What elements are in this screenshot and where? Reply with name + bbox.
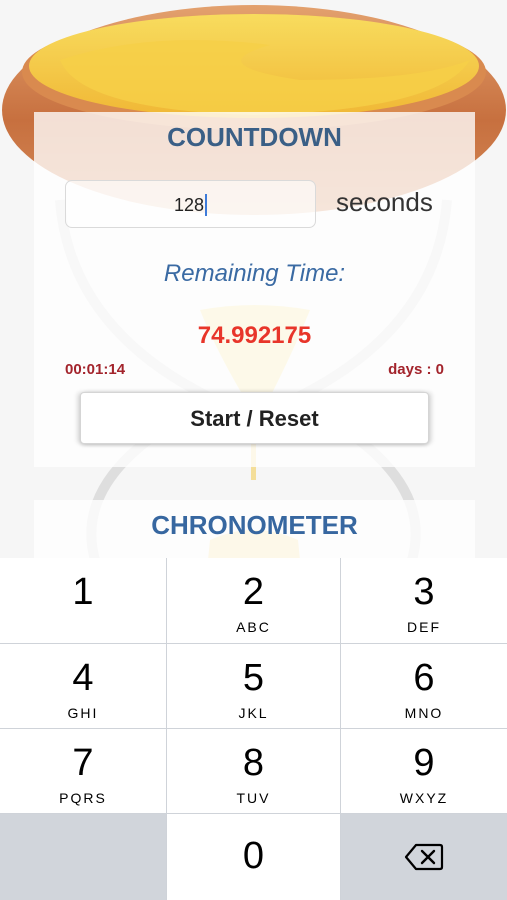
remaining-time-label: Remaining Time:: [163, 260, 346, 287]
countdown-panel: COUNTDOWN 128 seconds Remaining Time: 74…: [34, 112, 475, 467]
key-4[interactable]: 4 GHI: [0, 644, 166, 728]
start-reset-button[interactable]: Start / Reset: [80, 392, 429, 444]
key-letters: MNO: [404, 705, 444, 721]
key-digit: 0: [242, 835, 265, 877]
key-letters: WXYZ: [399, 790, 449, 806]
delete-key[interactable]: [341, 814, 507, 900]
text-caret: [205, 194, 208, 217]
key-letters: GHI: [67, 705, 99, 721]
key-1[interactable]: 1: [0, 558, 166, 643]
elapsed-hms: 00:01:14: [65, 361, 126, 378]
chronometer-title: CHRONOMETER: [151, 510, 358, 540]
key-letters: PQRS: [59, 790, 107, 806]
backspace-icon: [404, 843, 444, 871]
key-digit: 6: [413, 657, 435, 699]
key-5[interactable]: 5 JKL: [167, 644, 340, 728]
key-letters: ABC: [236, 619, 271, 635]
countdown-title: COUNTDOWN: [167, 122, 342, 152]
days-counter: days : 0: [388, 361, 444, 378]
chronometer-panel: CHRONOMETER: [34, 500, 475, 560]
key-8[interactable]: 8 TUV: [167, 729, 340, 813]
key-digit: 1: [72, 571, 94, 613]
key-digit: 7: [72, 742, 94, 784]
key-letters: JKL: [238, 705, 269, 721]
key-digit: 3: [413, 571, 435, 613]
key-3[interactable]: 3 DEF: [341, 558, 507, 643]
remaining-time-value: 74.992175: [197, 322, 312, 349]
key-6[interactable]: 6 MNO: [341, 644, 507, 728]
key-letters: DEF: [407, 619, 441, 635]
numeric-keypad: 1 2 ABC 3 DEF 4 GHI 5 JKL 6 MNO 7 PQRS 8…: [0, 558, 507, 900]
seconds-unit-label: seconds: [336, 187, 433, 217]
key-2[interactable]: 2 ABC: [167, 558, 340, 643]
seconds-input[interactable]: 128: [65, 180, 316, 228]
key-letters: TUV: [236, 790, 271, 806]
key-blank: [0, 814, 166, 900]
key-7[interactable]: 7 PQRS: [0, 729, 166, 813]
key-digit: 5: [242, 657, 265, 699]
key-digit: 2: [242, 571, 265, 613]
key-9[interactable]: 9 WXYZ: [341, 729, 507, 813]
seconds-input-value: 128: [173, 195, 205, 215]
key-digit: 4: [72, 657, 94, 699]
key-digit: 9: [413, 742, 435, 784]
key-0[interactable]: 0: [167, 814, 340, 900]
key-digit: 8: [242, 742, 265, 784]
